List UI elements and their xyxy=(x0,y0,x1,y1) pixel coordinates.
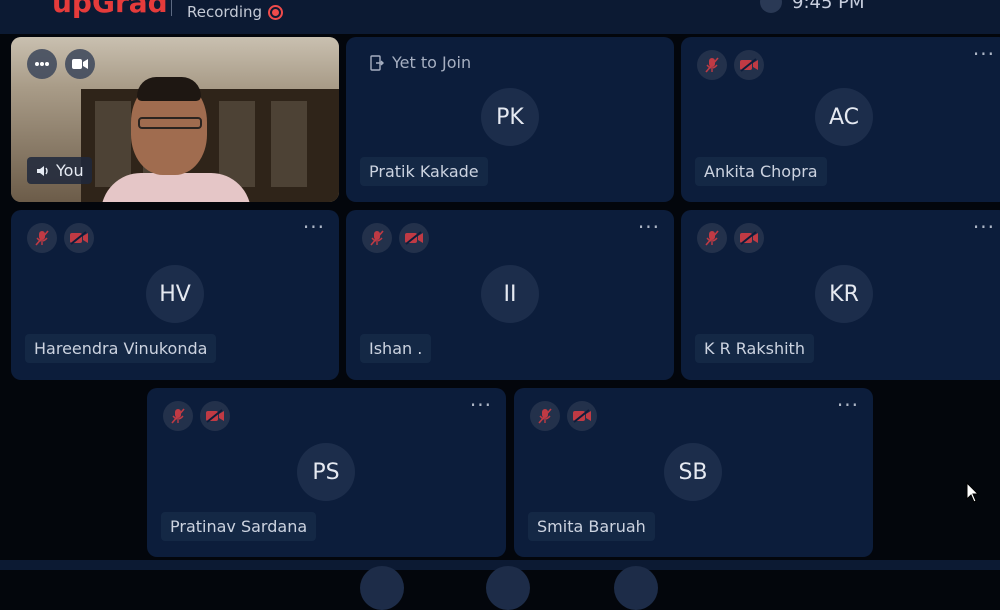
recording-indicator: Recording xyxy=(187,3,284,21)
avatar: PK xyxy=(481,88,539,146)
avatar: KR xyxy=(815,265,873,323)
participant-tile-ps[interactable]: ··· PS Pratinav Sardana xyxy=(147,388,506,557)
avatar: II xyxy=(481,265,539,323)
more-options-icon[interactable]: ··· xyxy=(837,395,859,415)
participant-tile-hv[interactable]: ··· HV Hareendra Vinukonda xyxy=(11,210,339,380)
self-label: You xyxy=(56,161,84,180)
avatar: HV xyxy=(146,265,204,323)
join-status-label: Yet to Join xyxy=(392,53,472,72)
participant-tile-sb[interactable]: ··· SB Smita Baruah xyxy=(514,388,873,557)
recording-label: Recording xyxy=(187,3,263,21)
more-options-icon[interactable]: ··· xyxy=(303,217,325,237)
mouse-cursor-icon xyxy=(966,482,980,503)
more-options-icon[interactable]: ··· xyxy=(973,44,995,64)
participant-name: Pratinav Sardana xyxy=(161,512,317,541)
participant-name: Ankita Chopra xyxy=(695,157,827,186)
header-divider xyxy=(171,0,172,16)
video-off-icon xyxy=(734,223,764,253)
control-button[interactable] xyxy=(360,566,404,610)
control-button[interactable] xyxy=(614,566,658,610)
top-bar: upGrad Recording 9:45 PM xyxy=(0,0,1000,34)
self-more-options-button[interactable] xyxy=(27,49,57,79)
control-button[interactable] xyxy=(486,566,530,610)
clock-text: 9:45 PM xyxy=(792,0,865,13)
participant-name: Ishan . xyxy=(360,334,432,363)
more-options-icon[interactable]: ··· xyxy=(973,217,995,237)
brand-logo: upGrad xyxy=(52,0,168,19)
mic-off-icon xyxy=(697,223,727,253)
avatar: PS xyxy=(297,443,355,501)
participant-tile-pk[interactable]: Yet to Join PK Pratik Kakade xyxy=(346,37,674,202)
mic-off-icon xyxy=(163,401,193,431)
recording-dot-icon xyxy=(268,4,284,20)
video-off-icon xyxy=(567,401,597,431)
self-camera-button[interactable] xyxy=(65,49,95,79)
participant-name: Pratik Kakade xyxy=(360,157,488,186)
participant-name: Smita Baruah xyxy=(528,512,655,541)
self-name-tag: You xyxy=(27,157,92,184)
video-off-icon xyxy=(200,401,230,431)
avatar: AC xyxy=(815,88,873,146)
person-hair xyxy=(137,77,201,101)
participant-tile-kr[interactable]: ··· KR K R Rakshith xyxy=(681,210,1000,380)
person-shirt xyxy=(101,173,251,202)
join-status: Yet to Join xyxy=(370,53,471,72)
participant-tile-ac[interactable]: ··· AC Ankita Chopra xyxy=(681,37,1000,202)
participant-tile-ii[interactable]: ··· II Ishan . xyxy=(346,210,674,380)
more-options-icon xyxy=(35,62,49,66)
clock: 9:45 PM xyxy=(760,0,865,13)
speaker-icon xyxy=(37,165,48,176)
more-options-icon[interactable]: ··· xyxy=(470,395,492,415)
clock-icon xyxy=(760,0,782,13)
mic-off-icon xyxy=(530,401,560,431)
video-camera-icon xyxy=(72,59,88,69)
avatar: SB xyxy=(664,443,722,501)
video-off-icon xyxy=(64,223,94,253)
mic-off-icon xyxy=(697,50,727,80)
participant-name: K R Rakshith xyxy=(695,334,814,363)
self-video-tile[interactable]: You xyxy=(11,37,339,202)
mic-off-icon xyxy=(27,223,57,253)
video-off-icon xyxy=(399,223,429,253)
mic-off-icon xyxy=(362,223,392,253)
exit-door-icon xyxy=(370,54,384,71)
participant-name: Hareendra Vinukonda xyxy=(25,334,217,363)
video-off-icon xyxy=(734,50,764,80)
more-options-icon[interactable]: ··· xyxy=(638,217,660,237)
person-glasses xyxy=(138,117,202,129)
